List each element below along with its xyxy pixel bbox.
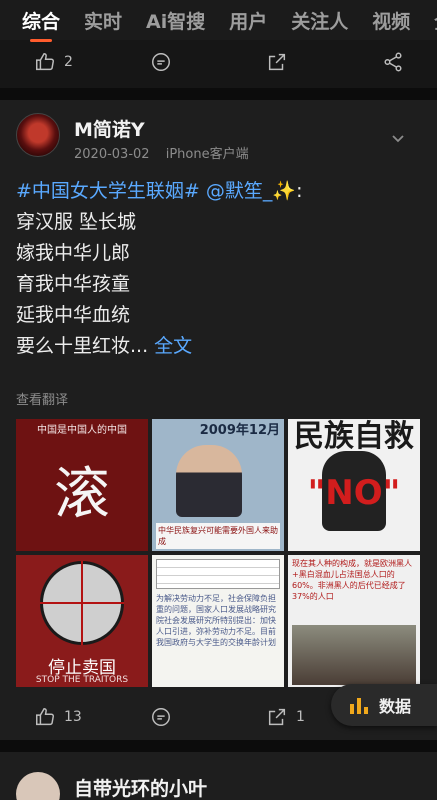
image-sub-text: STOP THE TRAITORS: [35, 675, 129, 685]
crosshair-icon: [40, 602, 124, 604]
hashtag-link[interactable]: #中国女大学生联姻#: [16, 180, 200, 202]
like-button[interactable]: 13: [34, 706, 82, 728]
crowd-photo: [292, 625, 416, 685]
image-grid: 中国是中国人的中国 滚 2009年12月 中华民族复兴可能需要外国人来助成 民族…: [16, 419, 421, 687]
post-meta: 2020-03-02 iPhone客户端: [74, 143, 249, 162]
post-truncated-line: 要么十里红妆...: [16, 335, 149, 357]
tab-videos[interactable]: 视频: [372, 7, 410, 34]
share-button[interactable]: [382, 51, 404, 73]
post-line: 延我中华血统: [16, 304, 131, 326]
bar-chart-icon: [350, 698, 368, 714]
tab-realtime[interactable]: 实时: [84, 7, 122, 34]
comment-icon: [152, 708, 170, 726]
post-line: 穿汉服 坠长城: [16, 211, 137, 233]
post-image-2[interactable]: 2009年12月 中华民族复兴可能需要外国人来助成: [152, 419, 284, 551]
post-image-4[interactable]: 停止卖国 STOP THE TRAITORS: [16, 555, 148, 687]
post-date: 2020-03-02: [74, 147, 150, 162]
post-text: #中国女大学生联姻# @默笙_✨: 穿汉服 坠长城 嫁我中华儿郎 育我中华孩童 …: [16, 176, 421, 362]
post-image-5[interactable]: 为解决劳动力不足，社会保障负担重的问题，国家人口发展战略研究院社会发展研究所特别…: [152, 555, 284, 687]
thumbs-up-icon: [36, 53, 54, 71]
avatar[interactable]: [16, 113, 60, 157]
comment-button[interactable]: [150, 706, 172, 728]
image-caption-top: 中国是中国人的中国: [37, 425, 127, 436]
tab-ai-search[interactable]: Ai智搜: [146, 7, 205, 34]
tab-comprehensive[interactable]: 综合: [22, 7, 60, 42]
previous-post-actions: 2: [0, 40, 437, 84]
repost-icon: [268, 708, 286, 726]
translate-link[interactable]: 查看翻译: [16, 389, 68, 408]
like-count: 2: [64, 54, 73, 70]
post-line: 嫁我中华儿郎: [16, 242, 131, 264]
tab-users[interactable]: 用户: [229, 7, 267, 34]
data-button-label: 数据: [379, 697, 412, 716]
image-caption-top: 2009年12月: [199, 423, 280, 438]
image-body-text: 现在其人种的构成，就是欧洲黑人+黑白混血儿占法国总人口的60%。非洲黑人的后代已…: [292, 559, 412, 601]
post-image-1[interactable]: 中国是中国人的中国 滚: [16, 419, 148, 551]
image-caption-top: 民族自救: [294, 419, 414, 454]
mention-link[interactable]: @默笙_: [206, 180, 273, 202]
image-big-text: "NO": [307, 473, 401, 513]
thumbs-up-icon: [36, 708, 54, 726]
post-source: iPhone客户端: [165, 147, 249, 162]
data-button[interactable]: 数据: [331, 684, 437, 726]
image-caption-bottom: 中华民族复兴可能需要外国人来助成: [156, 523, 280, 549]
image-big-text: 滚: [54, 462, 110, 527]
comment-icon: [152, 53, 170, 71]
search-tab-bar: 综合 实时 Ai智搜 用户 关注人 视频 全: [0, 0, 437, 42]
post-image-3[interactable]: 民族自救 "NO": [288, 419, 420, 551]
feed-divider: [0, 740, 437, 752]
post-image-6[interactable]: 现在其人种的构成，就是欧洲黑人+黑白混血儿占法国总人口的60%。非洲黑人的后代已…: [288, 555, 420, 687]
post-username[interactable]: M简诺Y: [74, 115, 145, 142]
next-post-card: [0, 752, 437, 800]
chevron-down-icon[interactable]: [388, 128, 408, 148]
like-count: 13: [64, 709, 82, 725]
image-body-text: 为解决劳动力不足，社会保障负担重的问题，国家人口发展战略研究院社会发展研究所特别…: [156, 594, 276, 647]
like-button[interactable]: 2: [34, 51, 73, 73]
post-line-tags: #中国女大学生联姻# @默笙_✨:: [16, 176, 421, 207]
repost-icon: [268, 53, 286, 71]
person-figure: [176, 445, 242, 517]
repost-count: 1: [296, 709, 305, 725]
full-text-link[interactable]: 全文: [154, 335, 192, 357]
post-line-last: 要么十里红妆... 全文: [16, 331, 421, 362]
table-graphic: [156, 559, 280, 589]
next-post-username[interactable]: 自带光环的小叶: [74, 774, 207, 800]
repost-button[interactable]: [266, 51, 288, 73]
tab-following[interactable]: 关注人: [291, 7, 348, 34]
share-icon: [384, 52, 402, 72]
feed-divider: [0, 88, 437, 100]
sparkles-emoji: ✨:: [272, 180, 303, 202]
repost-button[interactable]: 1: [266, 706, 305, 728]
post-line: 育我中华孩童: [16, 273, 131, 295]
comment-button[interactable]: [150, 51, 172, 73]
